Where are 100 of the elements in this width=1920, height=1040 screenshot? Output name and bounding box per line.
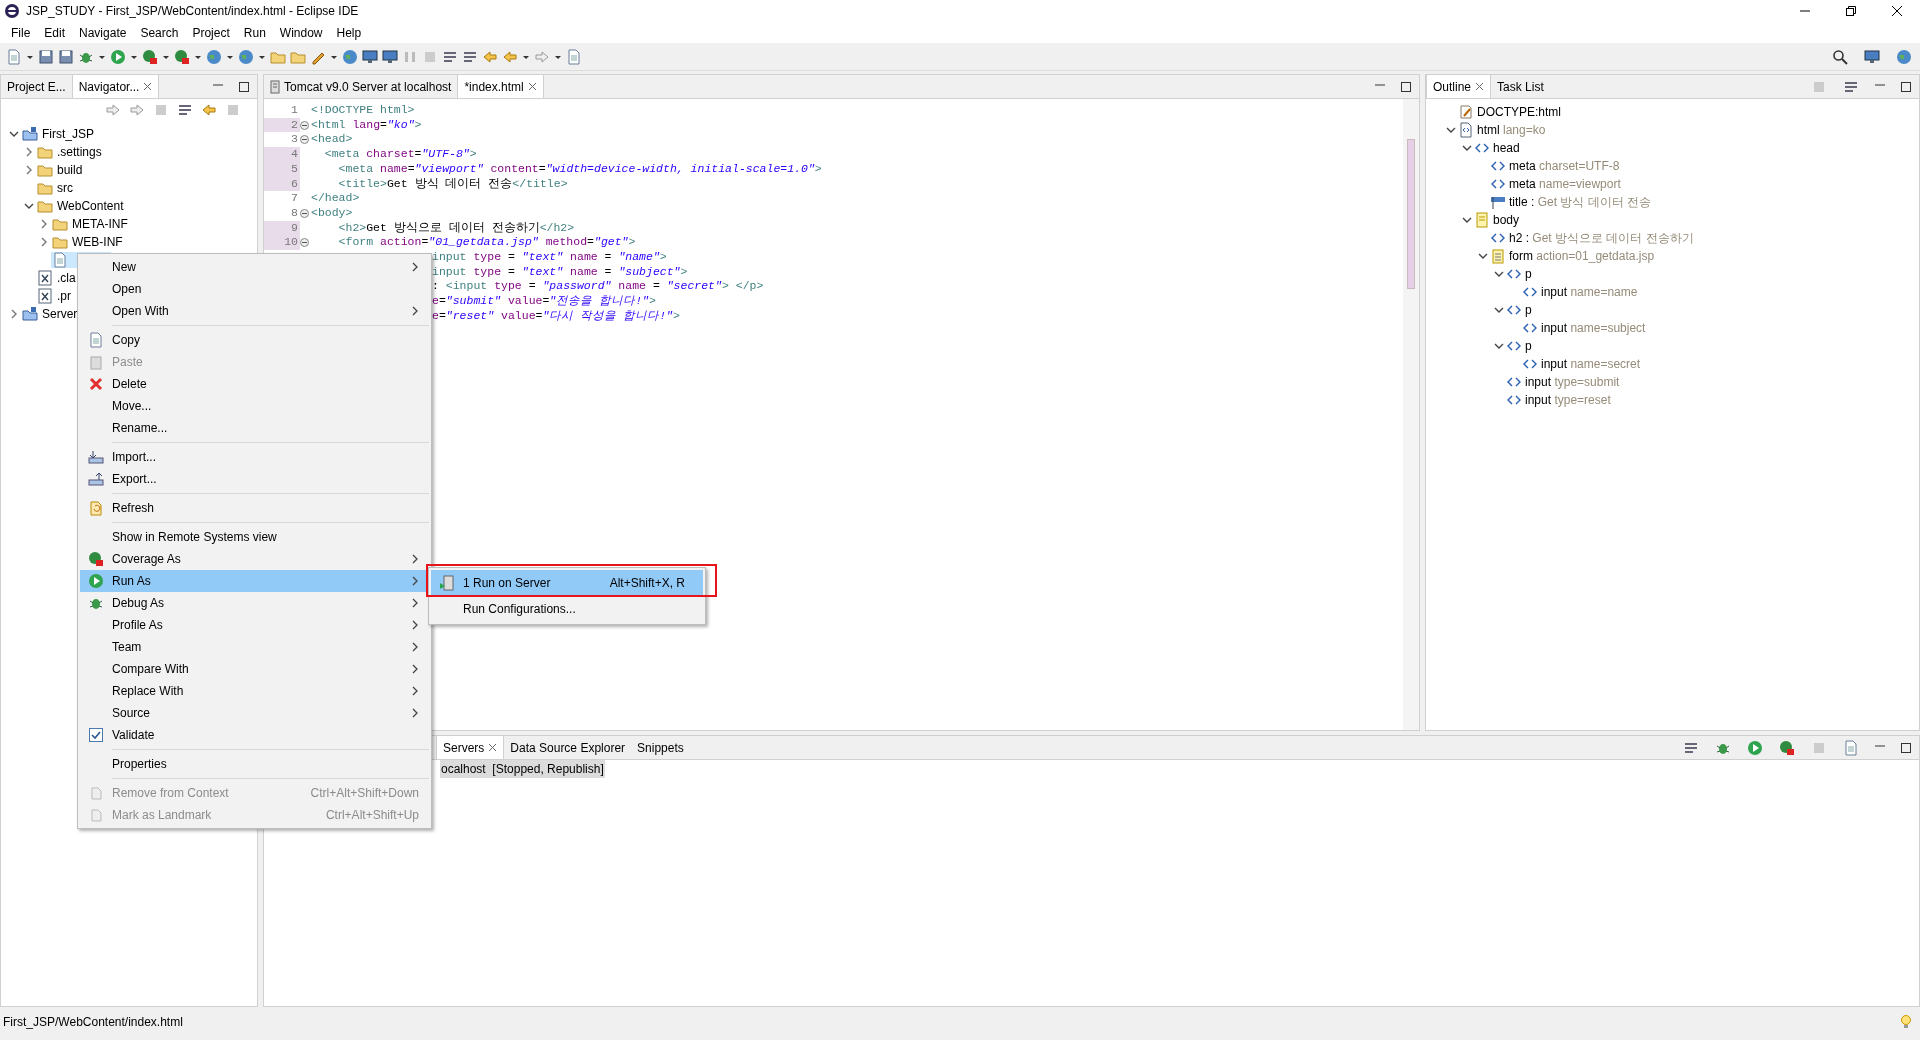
vertical-scrollbar[interactable] bbox=[1403, 99, 1419, 730]
monitor-icon[interactable] bbox=[382, 48, 398, 65]
outline-item[interactable]: meta name=viewport bbox=[1508, 175, 1622, 193]
menu-item[interactable]: Window bbox=[272, 23, 330, 42]
maximize-icon[interactable] bbox=[1901, 742, 1911, 753]
coverage-icon[interactable] bbox=[142, 48, 158, 65]
view-tab[interactable]: Tomcat v9.0 Server at localhost bbox=[264, 75, 458, 98]
menu-item[interactable]: Team bbox=[80, 636, 429, 658]
menu-item[interactable]: Open With bbox=[80, 300, 429, 322]
link-icon[interactable] bbox=[201, 102, 217, 118]
refresh-icon bbox=[88, 500, 104, 516]
fold-icon[interactable] bbox=[300, 135, 309, 145]
menu-item[interactable]: Run Configurations... bbox=[431, 596, 703, 622]
menu-item[interactable]: Import... bbox=[80, 446, 429, 468]
menu-item[interactable]: Replace With bbox=[80, 680, 429, 702]
coverage-icon[interactable] bbox=[174, 48, 190, 65]
view-tab[interactable]: Servers bbox=[436, 736, 505, 759]
maximize-icon[interactable] bbox=[1901, 81, 1911, 92]
outline-item[interactable]: html lang=ko bbox=[1476, 121, 1547, 139]
outline-item[interactable]: input name=name bbox=[1540, 283, 1639, 301]
server-run-icon bbox=[439, 575, 455, 591]
menu-item[interactable]: Show in Remote Systems view bbox=[80, 526, 429, 548]
view-tab[interactable]: Outline bbox=[1426, 75, 1492, 98]
outline-item[interactable]: p bbox=[1524, 337, 1533, 355]
tree-item[interactable]: .pr bbox=[36, 287, 72, 305]
fold-icon[interactable] bbox=[300, 238, 309, 248]
menu-item[interactable]: Copy bbox=[80, 329, 429, 351]
restore-icon[interactable] bbox=[1846, 6, 1856, 16]
monitor-icon[interactable] bbox=[362, 48, 378, 65]
menu-item[interactable]: Properties bbox=[80, 753, 429, 775]
menu-item[interactable]: Debug As bbox=[80, 592, 429, 614]
menu-item[interactable]: Coverage As bbox=[80, 548, 429, 570]
outline-item[interactable]: meta charset=UTF-8 bbox=[1508, 157, 1621, 175]
perspective-icon[interactable] bbox=[1864, 48, 1880, 65]
menu-item[interactable]: Run As bbox=[80, 570, 429, 592]
outline-item[interactable]: p bbox=[1524, 265, 1533, 283]
save-all-icon[interactable] bbox=[58, 48, 74, 65]
outline-item[interactable]: input name=subject bbox=[1540, 319, 1647, 337]
menu-item[interactable]: Compare With bbox=[80, 658, 429, 680]
tree-item[interactable]: WEB-INF bbox=[51, 233, 124, 251]
fold-icon[interactable] bbox=[300, 120, 309, 130]
maximize-icon[interactable] bbox=[239, 81, 249, 92]
menu-item[interactable]: 1 Run on Server Alt+Shift+X, R bbox=[431, 570, 703, 596]
menu-item[interactable]: New bbox=[80, 256, 429, 278]
menu-item[interactable]: Help bbox=[329, 23, 369, 42]
checkbox-checked-icon[interactable] bbox=[89, 728, 103, 742]
maximize-icon[interactable] bbox=[1401, 81, 1411, 92]
back-icon[interactable] bbox=[482, 48, 498, 65]
code-line: input type = "text" name = "name"> bbox=[432, 250, 667, 265]
menu-item[interactable]: Delete bbox=[80, 373, 429, 395]
menu-item[interactable]: Validate bbox=[80, 724, 429, 746]
menu-item[interactable]: Navigate bbox=[72, 23, 134, 42]
outline-item[interactable]: input type=reset bbox=[1524, 391, 1612, 409]
save-icon[interactable] bbox=[38, 48, 54, 65]
menu-item[interactable]: File bbox=[4, 23, 38, 42]
tree-item[interactable]: src bbox=[36, 179, 74, 197]
window-title: JSP_STUDY - First_JSP/WebContent/index.html - Eclipse IDE bbox=[26, 3, 359, 20]
fold-icon[interactable] bbox=[300, 208, 309, 218]
tree-item[interactable]: First_JSP bbox=[21, 125, 95, 143]
menu-item[interactable]: Run bbox=[236, 23, 273, 42]
server-icon bbox=[270, 79, 280, 94]
tree-item[interactable]: .settings bbox=[36, 143, 103, 161]
close-icon[interactable] bbox=[1892, 6, 1902, 16]
run-icon[interactable] bbox=[1747, 739, 1763, 756]
folder-icon bbox=[37, 162, 53, 178]
menu-item[interactable]: Search bbox=[133, 23, 186, 42]
view-tab[interactable]: Data Source Explorer bbox=[504, 736, 632, 759]
outline-item[interactable]: input name=secret bbox=[1540, 355, 1642, 373]
menu-item[interactable]: Refresh bbox=[80, 497, 429, 519]
tree-item[interactable]: .cla bbox=[36, 269, 77, 287]
search-icon[interactable] bbox=[1832, 48, 1848, 65]
view-tab[interactable]: *index.html bbox=[457, 75, 544, 98]
server-row[interactable]: ocalhost [Stopped, Republish] bbox=[440, 760, 605, 778]
view-tab[interactable]: Project E... bbox=[1, 75, 72, 98]
view-tab[interactable]: Snippets bbox=[631, 736, 690, 759]
menu-item[interactable]: Export... bbox=[80, 468, 429, 490]
scroll-thumb[interactable] bbox=[1407, 139, 1415, 289]
outline-item[interactable]: title : Get 방식 데이터 전송 bbox=[1508, 193, 1653, 211]
menu-item[interactable]: Move... bbox=[80, 395, 429, 417]
collapse-all-icon[interactable] bbox=[177, 102, 193, 118]
outline-item[interactable]: input type=submit bbox=[1524, 373, 1621, 391]
outline-item[interactable]: h2 : Get 방식으로 데이터 전송하기 bbox=[1508, 229, 1695, 247]
menu-item[interactable]: Project bbox=[185, 23, 237, 42]
menu-item[interactable]: Source bbox=[80, 702, 429, 724]
menu-item[interactable]: Rename... bbox=[80, 417, 429, 439]
outline-item[interactable]: form action=01_getdata.jsp bbox=[1508, 247, 1656, 265]
tree-item[interactable]: WebContent bbox=[36, 197, 125, 215]
menu-item[interactable]: Profile As bbox=[80, 614, 429, 636]
tree-item[interactable]: META-INF bbox=[51, 215, 129, 233]
outline-item[interactable]: body bbox=[1492, 211, 1521, 229]
view-tab[interactable]: Task List bbox=[1491, 75, 1550, 98]
view-tab[interactable]: Navigator... bbox=[71, 75, 160, 98]
outline-item[interactable]: head bbox=[1492, 139, 1521, 157]
outline-item[interactable]: p bbox=[1524, 301, 1533, 319]
menu-item[interactable]: Edit bbox=[37, 23, 73, 42]
tree-item[interactable]: Server bbox=[21, 305, 79, 323]
line-number: 2 bbox=[264, 117, 300, 133]
outline-item[interactable]: DOCTYPE:html bbox=[1476, 103, 1562, 121]
menu-item[interactable]: Open bbox=[80, 278, 429, 300]
tree-item[interactable]: build bbox=[36, 161, 84, 179]
